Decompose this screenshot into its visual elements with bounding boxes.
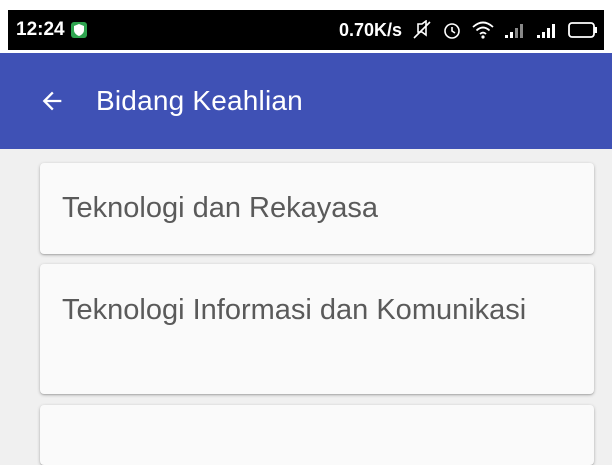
signal-icon: [504, 21, 526, 39]
list-item-label: Teknologi Informasi dan Komunikasi: [62, 294, 527, 326]
signal-icon: [536, 21, 558, 39]
category-list: Teknologi dan Rekayasa Teknologi Informa…: [0, 149, 612, 465]
battery-icon: [568, 22, 598, 38]
alarm-icon: [442, 20, 462, 40]
back-button[interactable]: [24, 73, 80, 129]
list-item-label: Teknologi dan Rekayasa: [62, 192, 378, 224]
status-bar: 12:24 0.70K/s: [0, 0, 612, 53]
status-bar-inner: 12:24 0.70K/s: [8, 10, 604, 50]
status-icons: 0.70K/s: [339, 20, 598, 41]
list-item[interactable]: Teknologi Informasi dan Komunikasi: [40, 264, 594, 394]
list-item[interactable]: Teknologi dan Rekayasa: [40, 163, 594, 254]
arrow-left-icon: [42, 91, 62, 111]
status-time: 12:24: [16, 19, 65, 40]
network-speed: 0.70K/s: [338, 19, 402, 40]
list-item[interactable]: [40, 405, 594, 465]
mute-icon: [412, 20, 432, 40]
app-bar: Bidang Keahlian: [0, 53, 612, 149]
shield-icon: [70, 22, 87, 38]
page-title: Bidang Keahlian: [96, 85, 303, 116]
wifi-icon: [472, 21, 494, 39]
